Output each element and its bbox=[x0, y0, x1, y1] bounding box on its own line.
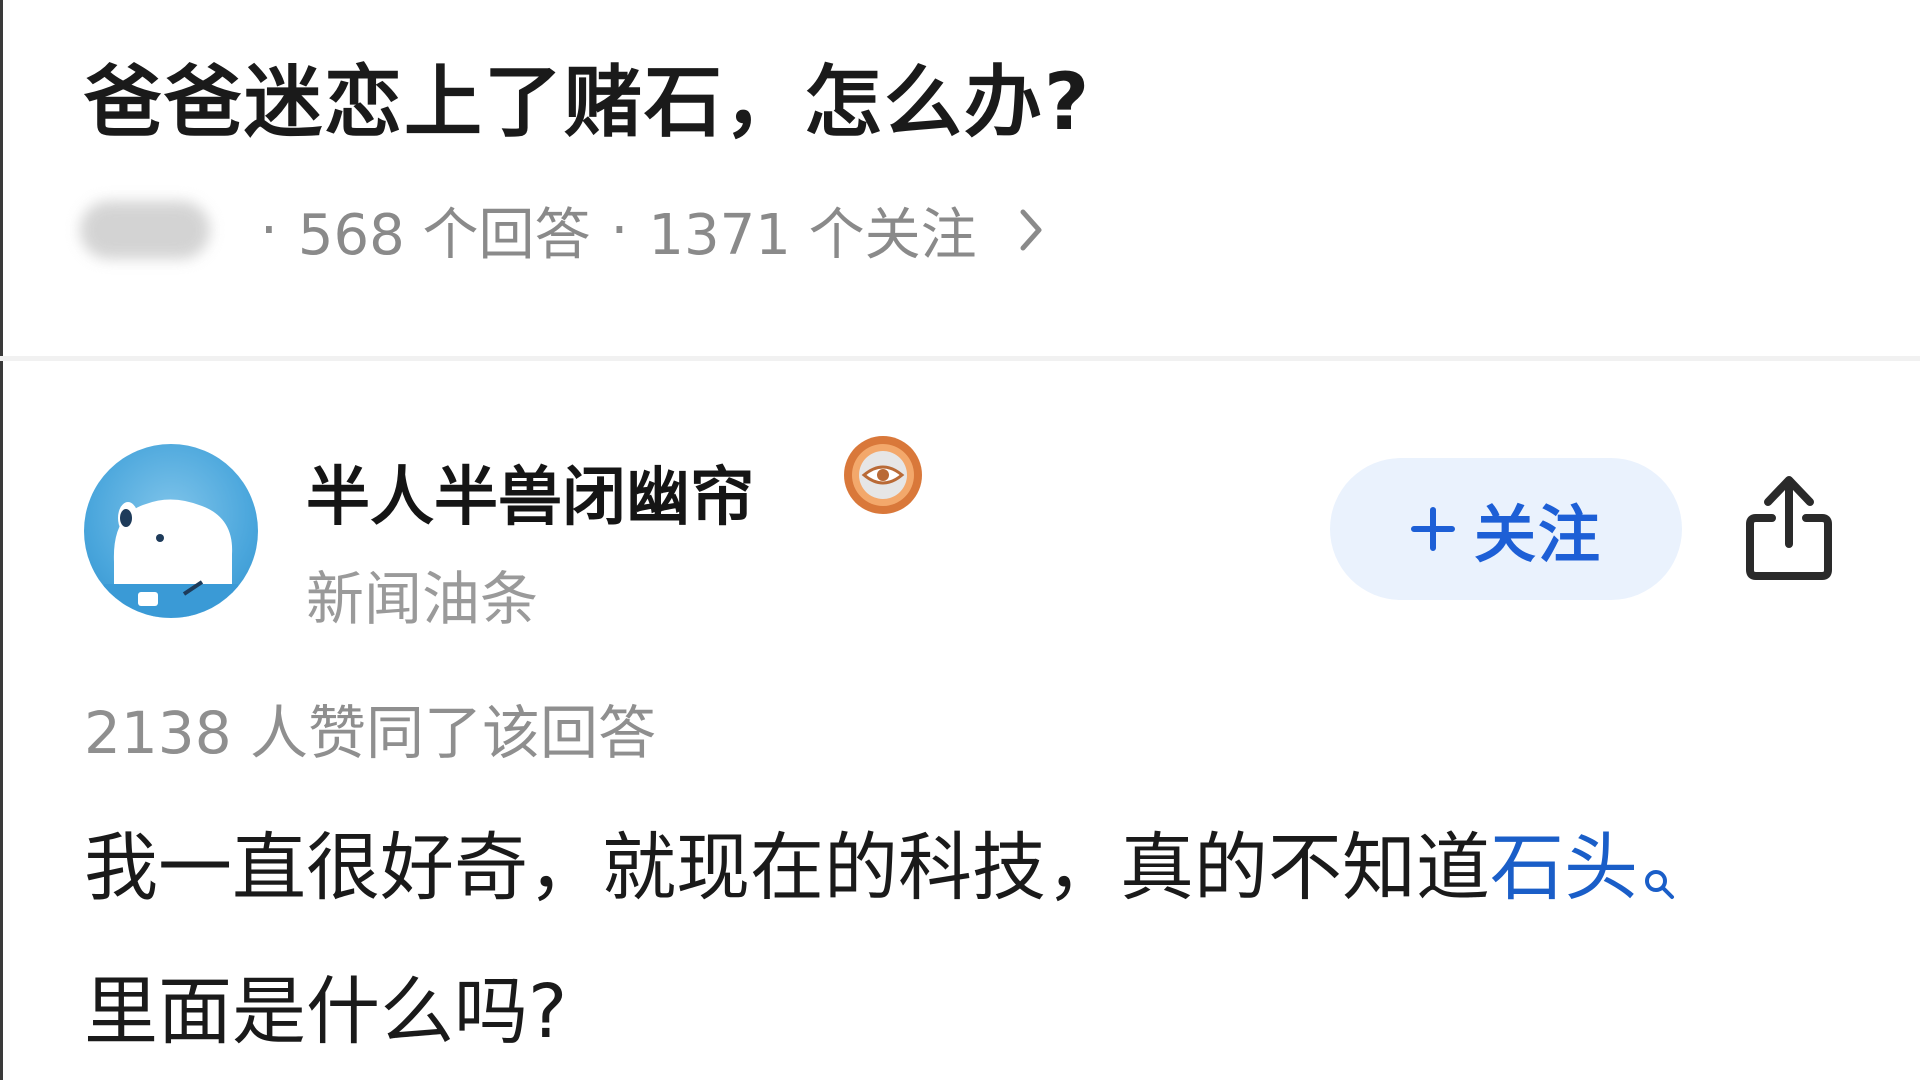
share-icon[interactable] bbox=[1742, 474, 1836, 582]
blurred-asker-name bbox=[80, 201, 210, 259]
answers-count: 568 个回答 bbox=[297, 202, 591, 268]
question-title[interactable]: 爸爸迷恋上了赌石，怎么办? bbox=[84, 40, 1091, 152]
search-icon bbox=[1642, 808, 1676, 944]
search-keyword-text: 石头 bbox=[1490, 825, 1638, 911]
author-name[interactable]: 半人半兽闭幽帘 bbox=[306, 446, 754, 538]
answer-text-part1: 我一直很好奇，就现在的科技，真的不知道 bbox=[84, 825, 1490, 911]
follow-button[interactable]: 关注 bbox=[1330, 458, 1682, 600]
meta-separator: · bbox=[610, 197, 629, 263]
answer-body[interactable]: 我一直很好奇，就现在的科技，真的不知道石头 里面是什么吗? bbox=[84, 800, 1844, 1080]
search-keyword-link[interactable]: 石头 bbox=[1490, 825, 1676, 911]
left-edge-border bbox=[0, 0, 3, 1080]
dog-avatar-icon bbox=[104, 499, 238, 618]
question-meta[interactable]: · 568 个回答 · 1371 个关注 bbox=[80, 192, 1043, 268]
follow-label: 关注 bbox=[1473, 498, 1602, 571]
answer-text-part2: 里面是什么吗? bbox=[84, 969, 568, 1055]
eye-badge-icon bbox=[844, 436, 922, 514]
section-divider bbox=[0, 356, 1920, 361]
meta-separator: · bbox=[260, 197, 278, 263]
followers-count: 1371 个关注 bbox=[648, 202, 977, 268]
plus-icon bbox=[1410, 506, 1456, 552]
author-tagline: 新闻油条 bbox=[306, 565, 539, 633]
author-avatar[interactable] bbox=[84, 444, 258, 618]
chevron-right-icon[interactable] bbox=[1019, 208, 1043, 252]
upvote-count-text: 2138 人赞同了该回答 bbox=[84, 699, 657, 767]
